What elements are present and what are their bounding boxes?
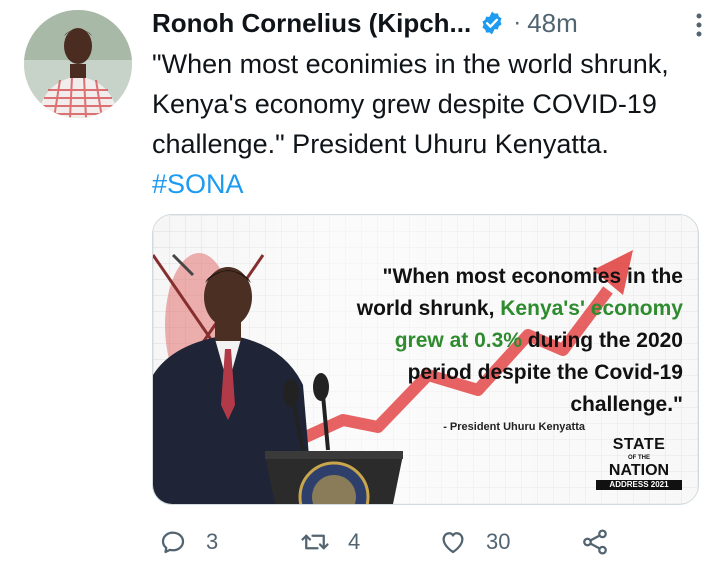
quote-line-1: "When most economies in the xyxy=(382,265,684,288)
logo-line-4: ADDRESS 2021 xyxy=(596,480,682,490)
share-button[interactable] xyxy=(580,520,628,564)
quote-line-2: world shrunk, Kenya's' economy xyxy=(308,293,683,325)
like-icon xyxy=(442,532,464,554)
like-button[interactable]: 30 xyxy=(438,520,510,564)
quote-attribution: - President Uhuru Kenyatta xyxy=(443,421,585,433)
author-name[interactable]: Ronoh Cornelius (Kipch... xyxy=(152,8,471,39)
tweet-header: Ronoh Cornelius (Kipch... · 48m xyxy=(152,6,697,40)
quote-line-4: period despite the Covid-19 xyxy=(407,361,683,384)
avatar[interactable] xyxy=(24,10,132,118)
logo-line-1: STATE xyxy=(612,436,666,453)
share-icon xyxy=(583,529,607,555)
quote-line-2b: Kenya's' economy xyxy=(500,297,683,320)
tweet-body: "When most econimies in the world shrunk… xyxy=(152,49,669,159)
separator-dot: · xyxy=(513,9,522,36)
hashtag-link[interactable]: #SONA xyxy=(152,169,244,199)
logo-line-2: OF THE xyxy=(628,455,650,461)
logo-line-3: NATION xyxy=(608,462,670,479)
quote-line-2a: world shrunk, xyxy=(356,297,501,320)
quote-line-5: challenge." xyxy=(570,393,683,416)
retweet-count: 4 xyxy=(348,529,361,554)
state-of-the-nation-logo: STATE OF THE NATION ADDRESS 2021 xyxy=(596,436,682,490)
quote-line-3: grew at 0.3% during the 2020 xyxy=(308,325,683,357)
lectern xyxy=(265,451,403,504)
more-icon[interactable] xyxy=(691,10,707,40)
media-quote: "When most economies in the world shrunk… xyxy=(308,261,683,421)
reply-count: 3 xyxy=(206,529,219,554)
timestamp[interactable]: 48m xyxy=(527,8,578,39)
like-count: 30 xyxy=(486,529,511,554)
reply-button[interactable]: 3 xyxy=(158,520,218,564)
tweet-actions: 3 4 30 xyxy=(152,520,697,564)
tweet-media-image[interactable]: "When most economies in the world shrunk… xyxy=(152,214,699,505)
retweet-button[interactable]: 4 xyxy=(300,520,360,564)
avatar-photo xyxy=(24,10,132,118)
quote-line-3b: during the 2020 xyxy=(521,329,683,352)
reply-icon xyxy=(161,531,185,554)
tweet-text: "When most econimies in the world shrunk… xyxy=(152,44,702,204)
verified-badge-icon xyxy=(479,10,505,36)
retweet-icon xyxy=(301,534,329,550)
quote-line-3a: grew at 0.3% xyxy=(394,329,522,352)
